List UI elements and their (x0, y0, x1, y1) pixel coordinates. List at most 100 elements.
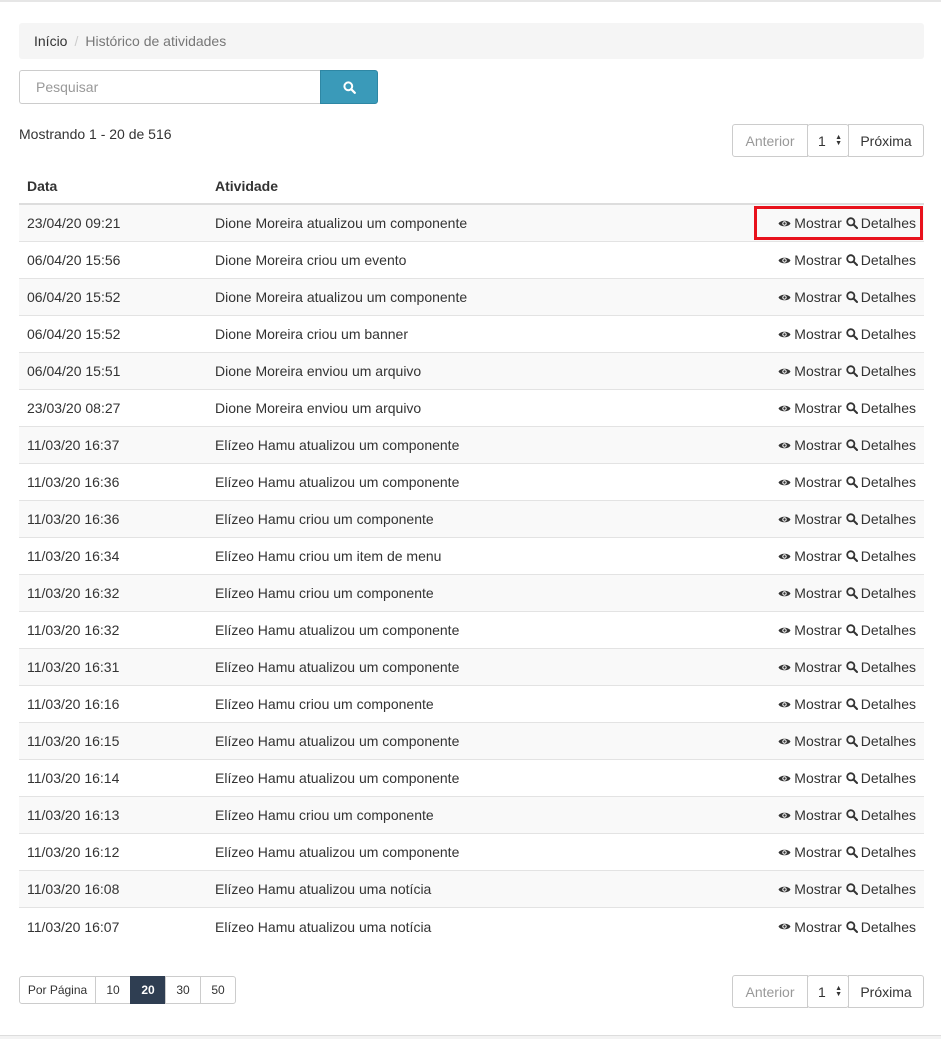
show-link[interactable]: Mostrar (778, 696, 842, 712)
details-link[interactable]: Detalhes (846, 363, 916, 379)
eye-icon (778, 590, 791, 596)
table-row: 06/04/20 15:52 Dione Moreira criou um ban… (19, 316, 924, 353)
table-row: 11/03/20 16:15 Elízeo Hamu atualizou um c… (19, 723, 924, 760)
search-icon (846, 513, 858, 525)
details-link[interactable]: Detalhes (846, 696, 916, 712)
table-row: 11/03/20 16:13 Elízeo Hamu criou um compo… (19, 797, 924, 834)
search-icon (846, 920, 858, 933)
show-link[interactable]: Mostrar (778, 437, 842, 453)
show-link[interactable]: Mostrar (778, 252, 842, 268)
table-row: 06/04/20 15:51 Dione Moreira enviou um ar… (19, 353, 924, 390)
next-page-button[interactable]: Próxima (848, 124, 924, 157)
eye-icon (778, 442, 791, 448)
search-button[interactable] (320, 70, 378, 104)
show-link[interactable]: Mostrar (778, 919, 842, 935)
table-row: 11/03/20 16:32 Elízeo Hamu atualizou um c… (19, 612, 924, 649)
row-activity: Dione Moreira atualizou um componente (215, 215, 468, 231)
row-activity: Elízeo Hamu criou um item de menu (215, 548, 442, 564)
details-link[interactable]: Detalhes (846, 511, 916, 527)
row-actions: Mostrar Detalhes (778, 844, 924, 860)
details-link[interactable]: Detalhes (846, 807, 916, 823)
show-link[interactable]: Mostrar (778, 289, 842, 305)
row-date: 06/04/20 15:52 (27, 289, 121, 305)
table-body: 23/04/20 09:21 Dione Moreira atualizou um… (19, 205, 924, 945)
details-link[interactable]: Detalhes (846, 548, 916, 564)
row-actions: Mostrar Detalhes (778, 363, 924, 379)
details-label: Detalhes (860, 659, 916, 675)
row-activity: Elízeo Hamu atualizou uma notícia (215, 918, 432, 935)
details-label: Detalhes (860, 881, 916, 897)
show-link[interactable]: Mostrar (778, 770, 842, 786)
eye-icon (778, 405, 791, 411)
search-input[interactable] (19, 70, 320, 104)
details-link[interactable]: Detalhes (846, 437, 916, 453)
details-link[interactable]: Detalhes (846, 252, 916, 268)
show-label: Mostrar (794, 400, 842, 416)
row-actions: Mostrar Detalhes (778, 585, 924, 601)
show-link[interactable]: Mostrar (778, 548, 842, 564)
details-link[interactable]: Detalhes (846, 919, 916, 935)
show-link[interactable]: Mostrar (778, 807, 842, 823)
show-link[interactable]: Mostrar (778, 511, 842, 527)
show-label: Mostrar (794, 844, 842, 860)
search-icon (846, 846, 858, 858)
eye-icon (778, 627, 791, 633)
show-link[interactable]: Mostrar (778, 733, 842, 749)
page-select[interactable]: 1 ▲ ▼ (807, 124, 849, 157)
per-page-option-30[interactable]: 30 (165, 976, 201, 1004)
show-link[interactable]: Mostrar (778, 881, 842, 897)
show-label: Mostrar (794, 807, 842, 823)
details-link[interactable]: Detalhes (846, 844, 916, 860)
details-link[interactable]: Detalhes (846, 585, 916, 601)
row-activity: Elízeo Hamu atualizou um componente (215, 659, 460, 675)
show-label: Mostrar (794, 437, 842, 453)
show-label: Mostrar (794, 215, 842, 231)
select-arrows-icon: ▲ ▼ (835, 133, 842, 147)
details-link[interactable]: Detalhes (846, 770, 916, 786)
table-row: 06/04/20 15:52 Dione Moreira atualizou um… (19, 279, 924, 316)
breadcrumb-separator: / (74, 33, 79, 49)
details-link[interactable]: Detalhes (846, 289, 916, 305)
details-label: Detalhes (860, 215, 916, 231)
show-link[interactable]: Mostrar (778, 215, 842, 231)
per-page-option-20[interactable]: 20 (130, 976, 166, 1004)
details-link[interactable]: Detalhes (846, 215, 916, 231)
pagination-bottom: Anterior 1 ▲ ▼ Próxima (732, 975, 924, 1008)
table-row: 11/03/20 16:34 Elízeo Hamu criou um item … (19, 538, 924, 575)
details-link[interactable]: Detalhes (846, 881, 916, 897)
show-link[interactable]: Mostrar (778, 585, 842, 601)
details-link[interactable]: Detalhes (846, 622, 916, 638)
show-link[interactable]: Mostrar (778, 400, 842, 416)
details-label: Detalhes (860, 363, 916, 379)
show-link[interactable]: Mostrar (778, 622, 842, 638)
details-label: Detalhes (860, 400, 916, 416)
show-link[interactable]: Mostrar (778, 363, 842, 379)
search-icon (846, 661, 858, 673)
details-link[interactable]: Detalhes (846, 474, 916, 490)
details-label: Detalhes (860, 696, 916, 712)
next-page-button[interactable]: Próxima (848, 975, 924, 1008)
show-link[interactable]: Mostrar (778, 326, 842, 342)
results-summary: Mostrando 1 - 20 de 516 (19, 126, 172, 142)
eye-icon (778, 775, 791, 781)
details-link[interactable]: Detalhes (846, 733, 916, 749)
details-link[interactable]: Detalhes (846, 659, 916, 675)
row-activity: Dione Moreira enviou um arquivo (215, 400, 422, 416)
row-date: 11/03/20 16:08 (27, 881, 120, 897)
show-link[interactable]: Mostrar (778, 659, 842, 675)
per-page-option-10[interactable]: 10 (95, 976, 131, 1004)
breadcrumb-home-link[interactable]: Início (34, 33, 67, 49)
row-activity: Elízeo Hamu criou um componente (215, 807, 434, 823)
page-select[interactable]: 1 ▲ ▼ (807, 975, 849, 1008)
row-activity: Dione Moreira criou um evento (215, 252, 407, 268)
row-actions: Mostrar Detalhes (778, 474, 924, 490)
details-link[interactable]: Detalhes (846, 400, 916, 416)
row-date: 11/03/20 16:31 (27, 659, 120, 675)
show-link[interactable]: Mostrar (778, 474, 842, 490)
per-page-option-50[interactable]: 50 (200, 976, 236, 1004)
search-icon (846, 291, 858, 303)
show-link[interactable]: Mostrar (778, 844, 842, 860)
details-link[interactable]: Detalhes (846, 326, 916, 342)
previous-page-button[interactable]: Anterior (732, 124, 808, 157)
previous-page-button[interactable]: Anterior (732, 975, 808, 1008)
